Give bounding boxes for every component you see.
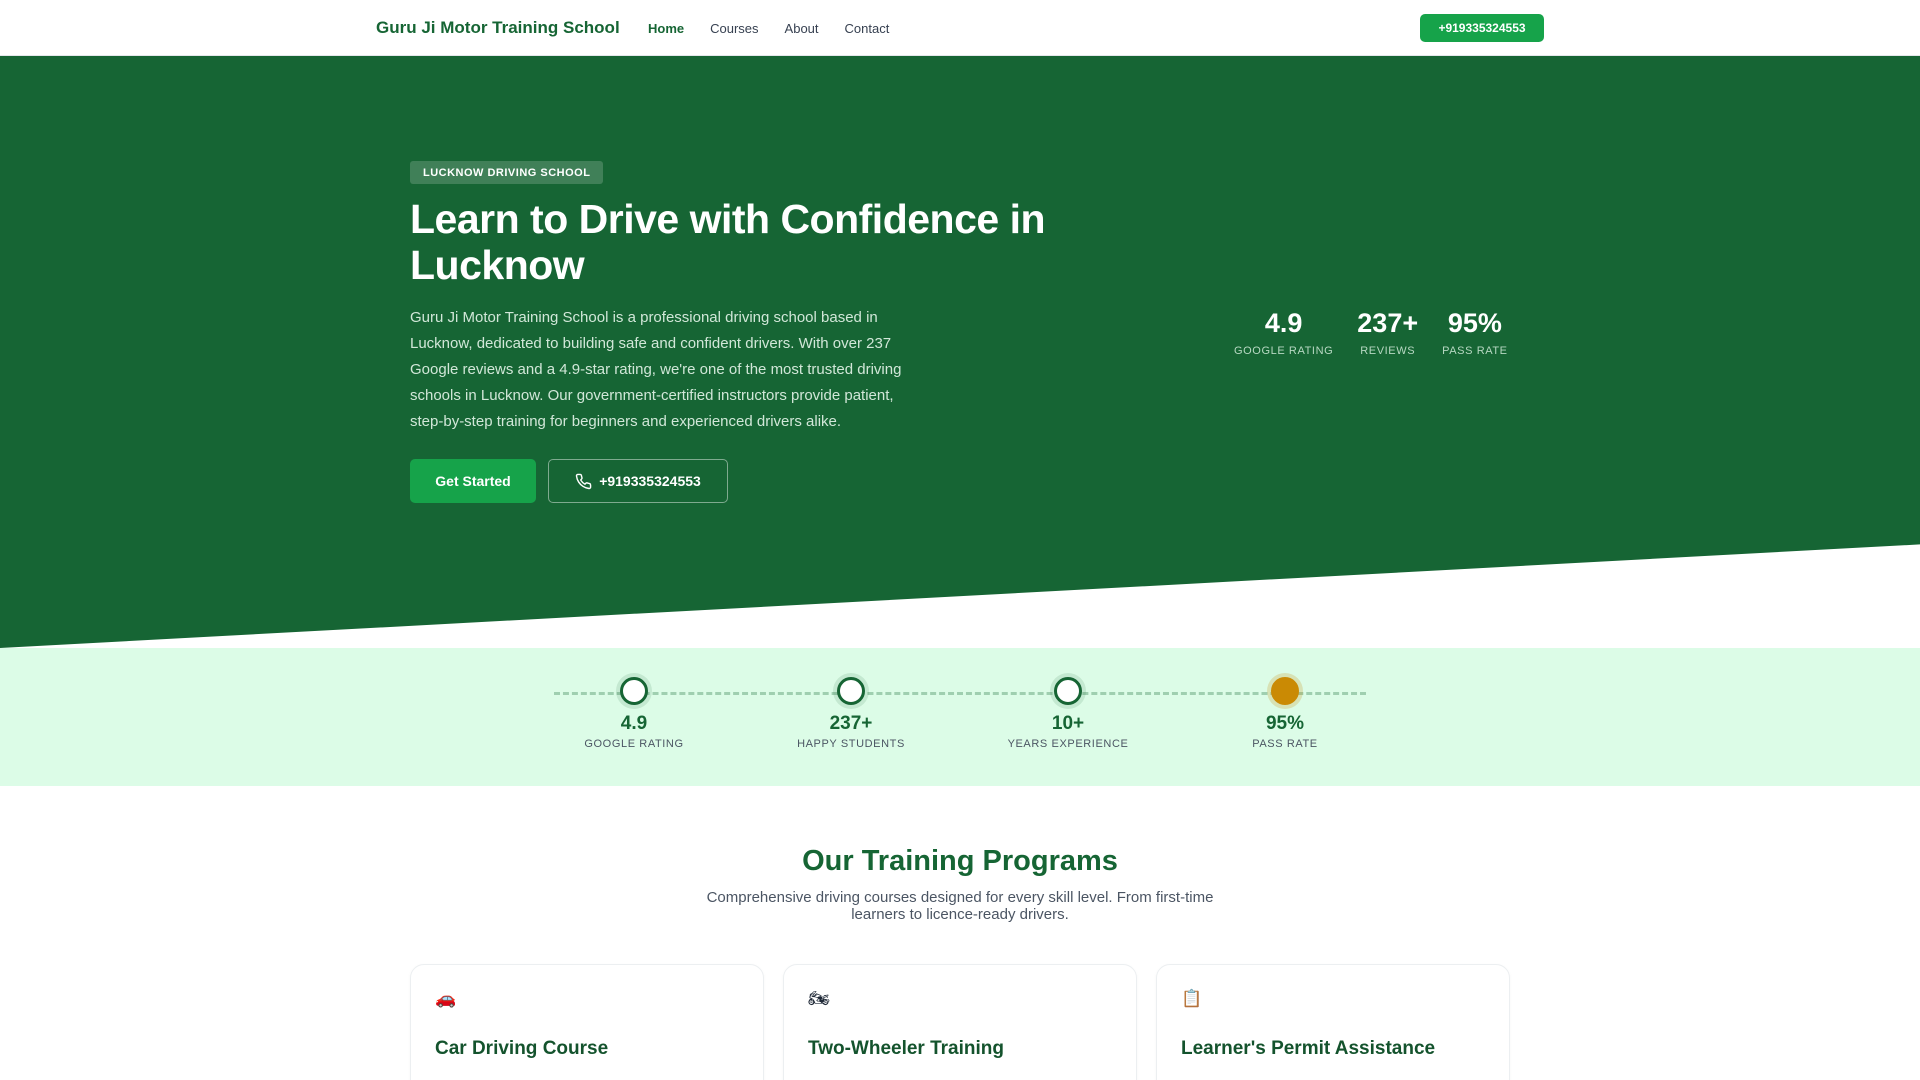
hero-stat-label: PASS RATE [1442, 345, 1508, 357]
phone-icon [575, 473, 592, 489]
hero-description: Guru Ji Motor Training School is a profe… [410, 309, 902, 430]
nav-links: Home Courses About Contact [648, 21, 889, 36]
program-card-title: Two-Wheeler Training [808, 1038, 1004, 1059]
program-card-title: Learner's Permit Assistance [1181, 1038, 1436, 1059]
hero-stat-reviews: 237+ REVIEWS [1357, 308, 1418, 357]
car-icon: 🚗 [435, 989, 457, 1008]
milestone-value: 95% [1265, 713, 1305, 734]
nav-link-courses[interactable]: Courses [710, 21, 758, 36]
hero-stat-value: 95% [1447, 308, 1502, 338]
milestone-label: PASS RATE [1252, 738, 1318, 750]
program-card-title: Car Driving Course [435, 1038, 609, 1059]
clipboard-icon: 📋 [1181, 989, 1203, 1008]
nav-link-about[interactable]: About [785, 21, 819, 36]
hero-stat-label: GOOGLE RATING [1234, 345, 1334, 357]
milestone-label: GOOGLE RATING [584, 738, 684, 750]
nav-link-contact[interactable]: Contact [845, 21, 890, 36]
milestone-marker [1054, 677, 1082, 705]
milestone-label: HAPPY STUDENTS [797, 738, 905, 750]
hero-title: Learn to Drive with Confidence in Luckno… [410, 196, 1046, 288]
motorcycle-icon: 🏍 [808, 989, 830, 1008]
hero-stat-pass-rate: 95% PASS RATE [1442, 308, 1508, 357]
hero-section [0, 56, 1920, 648]
program-card-permit[interactable]: 📋 Learner's Permit Assistance [1156, 964, 1510, 1080]
milestone-value: 10+ [1051, 713, 1085, 734]
top-navbar: Guru Ji Motor Training School Home Cours… [0, 0, 1920, 56]
milestone-label: YEARS EXPERIENCE [1007, 738, 1129, 750]
hero-phone-button[interactable]: +919335324553 [548, 459, 728, 503]
milestone-pass-rate: 95% PASS RATE [1185, 677, 1385, 750]
hero-stat-label: REVIEWS [1360, 345, 1416, 357]
nav-phone-button[interactable]: +919335324553 [1420, 14, 1544, 42]
hero-phone-label: +919335324553 [599, 473, 701, 489]
brand-logo[interactable]: Guru Ji Motor Training School [376, 18, 620, 38]
hero-stat-value: 4.9 [1264, 308, 1303, 338]
hero-stat-value: 237+ [1357, 308, 1419, 338]
milestone-experience: 10+ YEARS EXPERIENCE [968, 677, 1168, 750]
hero-badge: LUCKNOW DRIVING SCHOOL [410, 161, 604, 184]
program-card-car[interactable]: 🚗 Car Driving Course [410, 964, 764, 1080]
milestone-marker [837, 677, 865, 705]
milestone-value: 237+ [829, 713, 873, 734]
get-started-button[interactable]: Get Started [410, 459, 536, 503]
milestone-rating: 4.9 GOOGLE RATING [534, 677, 734, 750]
nav-link-home[interactable]: Home [648, 21, 684, 36]
milestone-marker [620, 677, 648, 705]
milestones-strip: 4.9 GOOGLE RATING 237+ HAPPY STUDENTS 10… [0, 648, 1920, 786]
programs-title: Our Training Programs [802, 845, 1118, 877]
program-card-two-wheeler[interactable]: 🏍 Two-Wheeler Training [783, 964, 1137, 1080]
hero-stat-rating: 4.9 GOOGLE RATING [1234, 308, 1333, 357]
milestone-students: 237+ HAPPY STUDENTS [751, 677, 951, 750]
programs-subtitle: Comprehensive driving courses designed f… [706, 889, 1214, 923]
hero-stats: 4.9 GOOGLE RATING 237+ REVIEWS 95% PASS … [1234, 308, 1508, 357]
milestone-value: 4.9 [620, 713, 648, 734]
milestone-marker-highlight [1271, 677, 1299, 705]
